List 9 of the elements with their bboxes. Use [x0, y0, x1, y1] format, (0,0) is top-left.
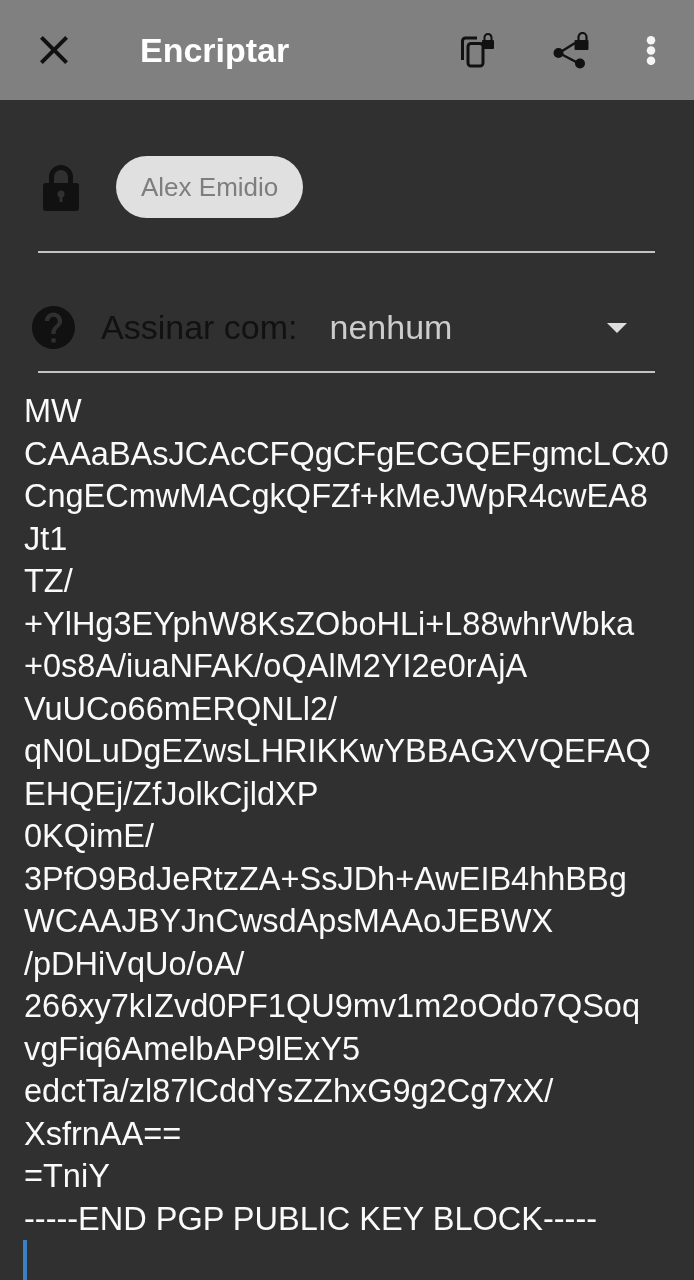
- dropdown-caret-icon: [607, 322, 627, 333]
- close-icon[interactable]: [40, 36, 68, 64]
- share-lock-icon[interactable]: [553, 31, 589, 69]
- signer-dropdown[interactable]: nenhum: [329, 308, 627, 347]
- copy-lock-icon[interactable]: [460, 32, 496, 68]
- screen-title: Encriptar: [140, 30, 290, 70]
- message-field[interactable]: MW CAAaBAsJCAcCFQgCFgECGQEFgmcLCx0 CngECmwMACgkQFZf+kMeJWpR4cwEA8 Jt1 TZ/ +YlHg3EYphW8KsZOboHLi+L88whrWbka +0s8A/iuaNFAK/oQAlM2YI2e0rAjA VuUCo66mERQNLl2/ qN0LuDgEZwsLHRIKKwYBBAGXVQEFAQ EHQEj/ZfJolkCjldXP 0KQimE/ 3PfO9BdJeRtzZA+SsJDh+AwEIB4hhBBg WCAAJBYJnCwsdApsMAAoJEBWX /pDHiVqUo/oA/ 266xy7kIZvd0PF1QU9mv1m2oOdo7QSoq vgFiq6AmelbAP9lExY5 edctTa/zl87lCddYsZZhxG9g2Cg7xX/ XsfrnAA== =TniY -----END PGP PUBLIC KEY BLOCK-----: [0, 390, 694, 1280]
- more-options-icon[interactable]: [645, 35, 657, 65]
- padlock-icon: [42, 163, 80, 211]
